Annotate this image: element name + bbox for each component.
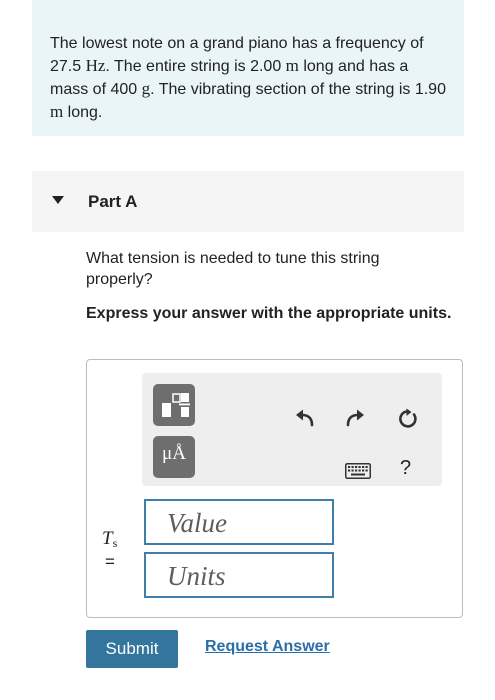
templates-button[interactable] xyxy=(153,384,195,426)
unit-g: g xyxy=(141,79,151,98)
undo-icon[interactable] xyxy=(295,409,315,427)
redo-icon[interactable] xyxy=(345,409,365,427)
units-icon: μÅ xyxy=(162,443,186,464)
problem-text-part: . The vibrating section of the string is… xyxy=(150,81,446,98)
value-input[interactable] xyxy=(144,499,334,545)
submit-button[interactable]: Submit xyxy=(86,630,178,668)
equals-sign: = xyxy=(105,552,115,571)
problem-statement-panel: The lowest note on a grand piano has a f… xyxy=(32,0,464,136)
units-input[interactable] xyxy=(144,552,334,598)
collapse-caret-icon[interactable] xyxy=(52,196,64,204)
answer-instruction: Express your answer with the appropriate… xyxy=(86,305,452,322)
question-text: What tension is needed to tune this stri… xyxy=(86,250,380,288)
answer-box: μÅ ? Ts = Value Units xyxy=(86,359,463,618)
request-answer-link[interactable]: Request Answer xyxy=(205,638,330,656)
keyboard-icon[interactable] xyxy=(345,463,371,479)
units-button[interactable]: μÅ xyxy=(153,436,195,478)
unit-hz: Hz xyxy=(85,56,106,75)
unit-m: m xyxy=(285,56,299,75)
help-icon[interactable]: ? xyxy=(400,457,411,480)
variable-subscript: s xyxy=(112,536,118,550)
math-toolbar: μÅ ? xyxy=(142,373,442,486)
variable-label: Ts xyxy=(102,528,117,551)
problem-statement: The lowest note on a grand piano has a f… xyxy=(50,33,450,124)
templates-icon xyxy=(162,393,190,417)
unit-m: m xyxy=(50,102,64,121)
part-title: Part A xyxy=(88,192,138,211)
problem-text-part: long. xyxy=(63,104,103,121)
variable-symbol: T xyxy=(102,528,113,549)
problem-text-part: . The entire string is 2.00 xyxy=(105,58,286,75)
reset-icon[interactable] xyxy=(397,408,419,430)
part-a-header[interactable]: Part A xyxy=(32,171,464,232)
